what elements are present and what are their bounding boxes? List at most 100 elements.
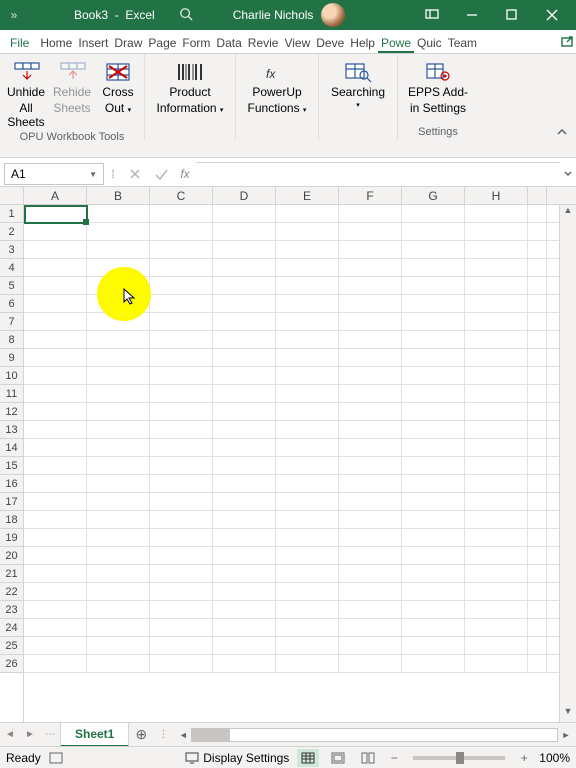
- sheet-tab[interactable]: Sheet1: [60, 722, 129, 747]
- col-header[interactable]: [528, 187, 547, 204]
- zoom-slider[interactable]: [413, 756, 505, 760]
- worksheet[interactable]: 1234567891011121314151617181920212223242…: [0, 205, 576, 722]
- table-row[interactable]: [24, 475, 559, 493]
- tab-team[interactable]: Team: [445, 32, 480, 53]
- tab-nav-prev-icon[interactable]: ◄: [0, 729, 20, 740]
- page-break-view-icon[interactable]: [357, 749, 379, 767]
- ribbon-display-options-icon[interactable]: [412, 0, 452, 30]
- row-header[interactable]: 16: [0, 475, 23, 493]
- table-row[interactable]: [24, 241, 559, 259]
- table-row[interactable]: [24, 511, 559, 529]
- row-header[interactable]: 9: [0, 349, 23, 367]
- tab-developer[interactable]: Deve: [313, 32, 347, 53]
- row-header[interactable]: 6: [0, 295, 23, 313]
- searching-button[interactable]: Searching▾: [323, 56, 393, 110]
- row-header[interactable]: 2: [0, 223, 23, 241]
- row-header[interactable]: 1: [0, 205, 23, 223]
- table-row[interactable]: [24, 349, 559, 367]
- table-row[interactable]: [24, 367, 559, 385]
- row-header[interactable]: 20: [0, 547, 23, 565]
- scroll-down-icon[interactable]: ▼: [560, 706, 576, 722]
- col-header[interactable]: G: [402, 187, 465, 204]
- search-icon[interactable]: [179, 7, 193, 24]
- epps-addin-settings-button[interactable]: EPPS Add-in Settings: [402, 56, 474, 116]
- zoom-level[interactable]: 100%: [539, 751, 570, 765]
- tab-nav-more-icon[interactable]: ⋯: [40, 729, 60, 740]
- table-row[interactable]: [24, 529, 559, 547]
- cancel-icon[interactable]: [122, 162, 148, 186]
- row-header[interactable]: 26: [0, 655, 23, 673]
- col-header[interactable]: A: [24, 187, 87, 204]
- collapse-ribbon-icon[interactable]: [548, 124, 576, 140]
- expand-formula-bar-icon[interactable]: [560, 162, 576, 186]
- share-icon[interactable]: [554, 32, 574, 53]
- tab-home[interactable]: Home: [37, 32, 75, 53]
- cells[interactable]: [24, 205, 559, 722]
- row-header[interactable]: 10: [0, 367, 23, 385]
- table-row[interactable]: [24, 583, 559, 601]
- table-row[interactable]: [24, 493, 559, 511]
- col-header[interactable]: B: [87, 187, 150, 204]
- tab-quick[interactable]: Quic: [414, 32, 445, 53]
- minimize-icon[interactable]: [452, 0, 492, 30]
- normal-view-icon[interactable]: [297, 749, 319, 767]
- row-header[interactable]: 13: [0, 421, 23, 439]
- table-row[interactable]: [24, 385, 559, 403]
- unhide-all-sheets-button[interactable]: UnhideAll Sheets: [4, 56, 48, 129]
- table-row[interactable]: [24, 457, 559, 475]
- row-header[interactable]: 21: [0, 565, 23, 583]
- tab-page[interactable]: Page: [145, 32, 179, 53]
- row-header[interactable]: 15: [0, 457, 23, 475]
- row-header[interactable]: 14: [0, 439, 23, 457]
- tab-draw[interactable]: Draw: [111, 32, 145, 53]
- col-header[interactable]: H: [465, 187, 528, 204]
- row-header[interactable]: 3: [0, 241, 23, 259]
- table-row[interactable]: [24, 439, 559, 457]
- table-row[interactable]: [24, 619, 559, 637]
- tab-powerup[interactable]: Powe: [378, 32, 414, 53]
- table-row[interactable]: [24, 205, 559, 223]
- row-header[interactable]: 5: [0, 277, 23, 295]
- table-row[interactable]: [24, 403, 559, 421]
- tab-data[interactable]: Data: [213, 32, 244, 53]
- tab-formulas[interactable]: Form: [179, 32, 213, 53]
- table-row[interactable]: [24, 259, 559, 277]
- col-header[interactable]: C: [150, 187, 213, 204]
- tab-insert[interactable]: Insert: [75, 32, 111, 53]
- col-header[interactable]: D: [213, 187, 276, 204]
- tab-review[interactable]: Revie: [245, 32, 282, 53]
- product-information-button[interactable]: ProductInformation ▾: [149, 56, 231, 116]
- display-settings-button[interactable]: Display Settings: [185, 751, 289, 765]
- scroll-left-icon[interactable]: ◄: [175, 730, 191, 740]
- scroll-up-icon[interactable]: ▲: [560, 205, 576, 221]
- qat-more-icon[interactable]: »: [8, 8, 20, 22]
- row-header[interactable]: 25: [0, 637, 23, 655]
- vertical-scrollbar[interactable]: ▲ ▼: [559, 205, 576, 722]
- tab-file[interactable]: File: [2, 32, 37, 53]
- page-layout-view-icon[interactable]: [327, 749, 349, 767]
- table-row[interactable]: [24, 277, 559, 295]
- row-header[interactable]: 23: [0, 601, 23, 619]
- row-header[interactable]: 4: [0, 259, 23, 277]
- cross-out-button[interactable]: CrossOut ▾: [96, 56, 140, 116]
- rehide-sheets-button[interactable]: RehideSheets: [50, 56, 94, 116]
- table-row[interactable]: [24, 295, 559, 313]
- horizontal-scrollbar[interactable]: ◄ ►: [175, 728, 574, 742]
- close-icon[interactable]: [532, 0, 572, 30]
- maximize-icon[interactable]: [492, 0, 532, 30]
- table-row[interactable]: [24, 313, 559, 331]
- user-name[interactable]: Charlie Nichols: [233, 8, 314, 22]
- row-header[interactable]: 24: [0, 619, 23, 637]
- fx-icon[interactable]: fx: [174, 162, 196, 186]
- name-box[interactable]: A1▼: [4, 163, 104, 185]
- tab-nav-next-icon[interactable]: ►: [20, 729, 40, 740]
- table-row[interactable]: [24, 421, 559, 439]
- row-header[interactable]: 22: [0, 583, 23, 601]
- row-header[interactable]: 12: [0, 403, 23, 421]
- table-row[interactable]: [24, 655, 559, 673]
- scroll-right-icon[interactable]: ►: [558, 730, 574, 740]
- avatar[interactable]: [321, 3, 345, 27]
- zoom-out-icon[interactable]: −: [387, 751, 401, 765]
- zoom-in-icon[interactable]: +: [517, 751, 531, 765]
- table-row[interactable]: [24, 223, 559, 241]
